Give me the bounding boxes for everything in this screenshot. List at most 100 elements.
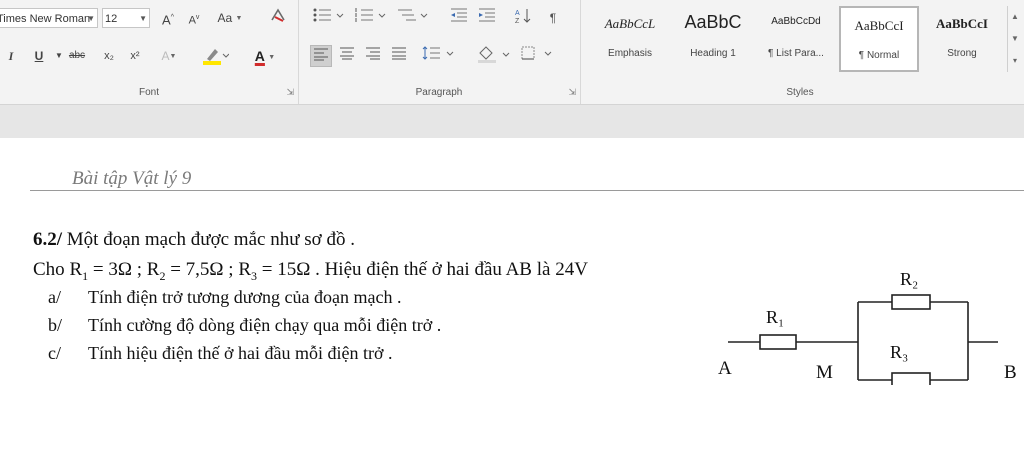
- r3-value: = 15Ω . Hiệu điện thế ở hai đầu AB là 24…: [257, 259, 588, 280]
- font-group-label: Font: [138, 87, 159, 98]
- circuit-diagram: R₁ R₂ R₃ A M B: [718, 269, 1017, 385]
- borders-icon: [521, 46, 552, 60]
- subscript-button[interactable]: x₂: [98, 45, 120, 67]
- node-m-label: M: [816, 362, 833, 383]
- question-marker: a/: [48, 287, 61, 307]
- font-name-box[interactable]: Times New Roman ▼: [0, 8, 98, 28]
- chevron-down-icon[interactable]: ▼: [139, 9, 147, 27]
- clear-formatting-button[interactable]: [267, 7, 289, 29]
- style-emphasis[interactable]: AaBbCcL Emphasis: [590, 6, 670, 72]
- style-list-paragraph[interactable]: AaBbCcDd ¶ List Para...: [756, 6, 836, 72]
- italic-button[interactable]: I: [0, 45, 22, 67]
- givens-prefix: Cho: [33, 259, 70, 280]
- style-name: Strong: [947, 48, 977, 59]
- question-marker: b/: [48, 315, 63, 335]
- strikethrough-label: abc: [68, 50, 86, 61]
- question-text: Tính điện trở tương dương của đoạn mạch …: [88, 287, 402, 307]
- sort-button[interactable]: AZ: [512, 7, 534, 29]
- style-name: Heading 1: [690, 48, 736, 59]
- page-header: Bài tập Vật lý 9: [72, 168, 192, 189]
- underline-button[interactable]: U: [28, 45, 50, 67]
- clear-formatting-icon: [271, 8, 285, 22]
- node-a-label: A: [718, 358, 732, 379]
- svg-text:A: A: [515, 10, 520, 17]
- resistor-r2: [891, 294, 931, 310]
- dialog-launcher-icon[interactable]: ⇲: [286, 87, 294, 98]
- line-spacing-icon: [422, 46, 454, 60]
- question-a: a/Tính điện trở tương dương của đoạn mạc…: [48, 287, 402, 308]
- style-name: ¶ List Para...: [768, 48, 824, 59]
- change-case-button[interactable]: Aa ▼: [214, 7, 246, 29]
- style-normal[interactable]: AaBbCcI ¶ Normal: [839, 6, 919, 72]
- superscript-label: x²: [130, 50, 140, 62]
- style-heading-1[interactable]: AaBbC Heading 1: [673, 6, 753, 72]
- r2-diagram-label: R₂: [900, 269, 918, 289]
- styles-gallery-scroll[interactable]: ▲ ▼ ▾: [1007, 6, 1022, 72]
- numbering-icon: [355, 8, 386, 22]
- justify-button[interactable]: [388, 45, 410, 67]
- shrink-font-button[interactable]: Av: [183, 7, 205, 29]
- justify-icon: [392, 47, 406, 60]
- align-center-icon: [340, 47, 354, 60]
- line-spacing-button[interactable]: [422, 45, 456, 67]
- paint-bucket-icon: [478, 46, 510, 63]
- underline-label: U: [34, 49, 44, 63]
- workspace-gap: [0, 105, 1024, 138]
- more-styles-icon[interactable]: ▾: [1008, 50, 1022, 72]
- node-b-label: B: [1004, 362, 1017, 383]
- strikethrough-button[interactable]: abc: [66, 45, 88, 67]
- style-sample: AaBbCcDd: [771, 16, 821, 27]
- superscript-button[interactable]: x²: [124, 45, 146, 67]
- align-center-button[interactable]: [336, 45, 358, 67]
- align-right-button[interactable]: [362, 45, 384, 67]
- r1-diagram-label: R₁: [766, 307, 784, 327]
- decrease-indent-icon: [451, 8, 467, 22]
- numbering-button[interactable]: [354, 7, 388, 29]
- resistor-r1: [759, 334, 797, 350]
- highlight-button[interactable]: [200, 45, 230, 67]
- subscript-label: x₂: [104, 50, 114, 62]
- grow-font-button[interactable]: A^: [157, 7, 179, 29]
- scroll-down-icon[interactable]: ▼: [1008, 28, 1022, 50]
- chevron-down-icon[interactable]: ▼: [87, 9, 95, 27]
- question-text: Tính cường độ dòng điện chạy qua mỗi điệ…: [88, 315, 442, 335]
- shading-button[interactable]: [476, 45, 512, 67]
- increase-indent-icon: [479, 8, 495, 22]
- decrease-indent-button[interactable]: [448, 7, 470, 29]
- styles-group-label: Styles: [786, 87, 814, 98]
- style-sample: AaBbCcL: [604, 16, 656, 31]
- font-name-value: Times New Roman: [0, 13, 91, 25]
- multilevel-list-button[interactable]: [396, 7, 430, 29]
- increase-indent-button[interactable]: [476, 7, 498, 29]
- paragraph-group: AZ ¶ Paragraph ⇲: [298, 0, 581, 104]
- shrink-font-label: A: [188, 14, 196, 27]
- font-color-label: A: [254, 48, 265, 64]
- question-c: c/Tính hiệu điện thế ở hai đầu mỗi điện …: [48, 343, 392, 364]
- style-sample: AaBbCcI: [854, 18, 904, 33]
- scroll-up-icon[interactable]: ▲: [1008, 6, 1022, 28]
- highlighter-icon: [203, 49, 230, 65]
- problem-title: Một đoạn mạch được mắc như sơ đồ .: [62, 229, 355, 250]
- r2-value: = 7,5Ω ;: [165, 259, 239, 280]
- font-group: Times New Roman ▼ 12 ▼ A^ Av Aa ▼ I U ▼ …: [0, 0, 299, 104]
- show-formatting-icon[interactable]: ¶: [542, 7, 564, 29]
- bullets-button[interactable]: [312, 7, 346, 29]
- header-rule: [30, 190, 1024, 191]
- italic-label: I: [8, 49, 14, 63]
- styles-gallery: AaBbCcL Emphasis AaBbC Heading 1 AaBbCcD…: [590, 6, 1005, 72]
- ribbon: Times New Roman ▼ 12 ▼ A^ Av Aa ▼ I U ▼ …: [0, 0, 1024, 105]
- dialog-launcher-icon[interactable]: ⇲: [568, 87, 576, 98]
- style-name: ¶ Normal: [858, 50, 900, 61]
- align-left-button[interactable]: [310, 45, 332, 67]
- borders-button[interactable]: [520, 45, 556, 67]
- bullets-icon: [313, 8, 344, 22]
- font-color-button[interactable]: A ▼: [248, 45, 282, 67]
- style-name: Emphasis: [608, 48, 652, 59]
- align-right-icon: [366, 47, 380, 60]
- text-effects-button[interactable]: A▼: [158, 45, 180, 67]
- problem-number: 6.2/: [33, 229, 63, 250]
- style-strong[interactable]: AaBbCcI Strong: [922, 6, 1002, 72]
- style-sample: AaBbC: [684, 12, 742, 32]
- font-size-box[interactable]: 12 ▼: [102, 8, 150, 28]
- problem-givens: Cho R1 = 3Ω ; R2 = 7,5Ω ; R3 = 15Ω . Hiệ…: [33, 259, 588, 284]
